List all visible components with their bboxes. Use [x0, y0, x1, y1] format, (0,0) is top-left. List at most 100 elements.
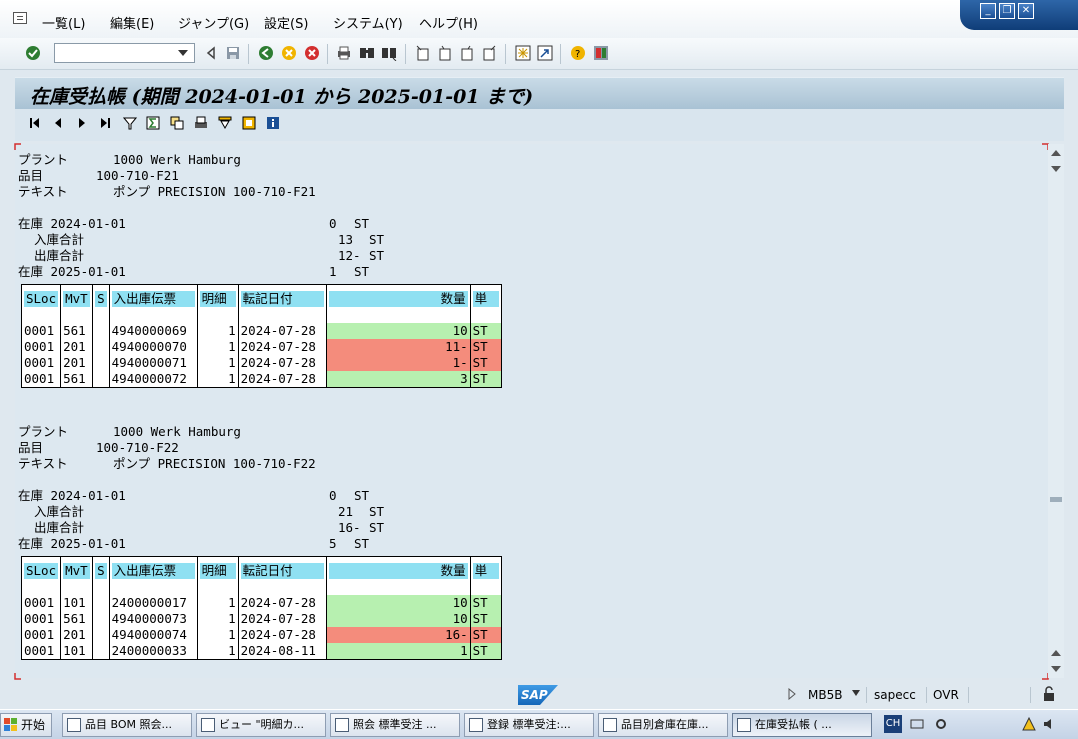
enter-icon[interactable] — [25, 45, 41, 61]
scroll-down-icon[interactable] — [1051, 666, 1061, 672]
col-document[interactable]: 入出庫伝票 — [111, 562, 195, 579]
col-s[interactable]: S — [95, 562, 107, 579]
menu-help[interactable]: ヘルプ(H) — [419, 13, 478, 32]
receipts-unit: ST — [369, 232, 385, 247]
print-preview-icon[interactable] — [194, 116, 208, 130]
col-sloc[interactable]: SLoc — [24, 562, 59, 579]
table-row[interactable]: 0001 561 4940000072 1 2024-07-28 3 ST — [20, 370, 502, 387]
col-unit[interactable]: 単 — [472, 290, 499, 307]
back-icon[interactable] — [258, 45, 274, 61]
filter-list-icon[interactable] — [218, 116, 232, 130]
col-mvt[interactable]: MvT — [63, 290, 91, 307]
transaction-dropdown-icon[interactable] — [852, 690, 860, 696]
cell-document[interactable]: 4940000070 — [108, 338, 198, 355]
col-posting-date[interactable]: 転記日付 — [240, 290, 324, 307]
settings-icon[interactable] — [934, 717, 948, 731]
save-icon[interactable] — [225, 45, 241, 61]
task-item-active[interactable]: 在庫受払帳 ( ... — [732, 713, 872, 737]
status-expand-icon[interactable] — [787, 688, 797, 700]
menu-settings[interactable]: 設定(S) — [264, 13, 308, 32]
scroll-down-small-icon[interactable] — [1051, 166, 1061, 172]
cell-document[interactable]: 4940000074 — [108, 626, 198, 643]
details-icon[interactable] — [170, 116, 184, 130]
table-row[interactable]: 0001 201 4940000071 1 2024-07-28 1- ST — [20, 354, 502, 371]
task-item[interactable]: 品目別倉庫在庫... — [598, 713, 728, 737]
cell-document[interactable]: 4940000073 — [108, 610, 198, 627]
info-icon[interactable] — [266, 116, 280, 130]
transaction-code[interactable]: MB5B — [808, 688, 842, 702]
next-page-icon[interactable] — [459, 45, 475, 61]
menu-edit[interactable]: 編集(E) — [110, 13, 154, 32]
table-row[interactable]: 0001 561 4940000073 1 2024-07-28 10 ST — [20, 610, 502, 627]
table-row[interactable]: 0001 201 4940000070 1 2024-07-28 11- ST — [20, 338, 502, 355]
col-posting-date[interactable]: 転記日付 — [240, 562, 324, 579]
last-page-icon[interactable] — [481, 45, 497, 61]
input-method-indicator[interactable]: CH — [884, 715, 902, 733]
col-mvt[interactable]: MvT — [63, 562, 91, 579]
col-document[interactable]: 入出庫伝票 — [111, 290, 195, 307]
menu-goto[interactable]: ジャンプ(G) — [178, 13, 249, 32]
sum-icon[interactable] — [146, 116, 160, 130]
cell-document[interactable]: 4940000069 — [108, 322, 198, 339]
shortcut-icon[interactable] — [537, 45, 553, 61]
task-item[interactable]: 登録 標準受注:... — [464, 713, 594, 737]
menu-system[interactable]: システム(Y) — [333, 13, 403, 32]
find-icon[interactable] — [359, 45, 375, 61]
cell-document[interactable]: 2400000033 — [108, 642, 198, 659]
col-item[interactable]: 明細 — [199, 290, 236, 307]
layout-icon[interactable] — [593, 45, 609, 61]
col-sloc[interactable]: SLoc — [24, 290, 59, 307]
first-page-icon[interactable] — [415, 45, 431, 61]
stock-start-qty: 0 — [329, 488, 337, 503]
new-session-icon[interactable] — [515, 45, 531, 61]
task-item[interactable]: 品目 BOM 照会... — [62, 713, 192, 737]
menu-system-icon[interactable] — [13, 12, 27, 24]
keyboard-icon[interactable] — [910, 717, 924, 731]
exit-icon[interactable] — [281, 45, 297, 61]
col-item[interactable]: 明細 — [199, 562, 236, 579]
command-dropdown-icon[interactable] — [178, 50, 188, 56]
task-item[interactable]: 照会 標準受注 ... — [330, 713, 460, 737]
receipts-qty: 13 — [338, 232, 354, 247]
table-row[interactable]: 0001 101 2400000033 1 2024-08-11 1 ST — [20, 642, 502, 659]
scroll-up-small-icon[interactable] — [1051, 650, 1061, 656]
cell-document[interactable]: 4940000071 — [108, 354, 198, 371]
previous-icon[interactable] — [51, 116, 65, 130]
scroll-up-icon[interactable] — [1051, 150, 1061, 156]
table-row[interactable]: 0001 561 4940000069 1 2024-07-28 10 ST — [20, 322, 502, 339]
col-quantity[interactable]: 数量 — [328, 290, 468, 307]
volume-icon[interactable] — [1042, 717, 1056, 731]
insert-mode[interactable]: OVR — [933, 688, 959, 702]
export-icon[interactable] — [242, 116, 256, 130]
history-back-icon[interactable] — [203, 45, 219, 61]
find-next-icon[interactable] — [381, 45, 397, 61]
next-icon[interactable] — [75, 116, 89, 130]
cell-document[interactable]: 2400000017 — [108, 594, 198, 611]
system-tray: CH — [882, 713, 1078, 737]
cell-document[interactable]: 4940000072 — [108, 370, 198, 387]
restore-button[interactable]: ❐ — [999, 3, 1015, 19]
col-unit[interactable]: 単 — [472, 562, 499, 579]
filter-icon[interactable] — [123, 116, 137, 130]
print-icon[interactable] — [336, 45, 352, 61]
cancel-icon[interactable] — [304, 45, 320, 61]
start-button[interactable]: 开始 — [0, 713, 52, 737]
close-button[interactable]: ✕ — [1018, 3, 1034, 19]
last-icon[interactable] — [98, 116, 112, 130]
table-row[interactable]: 0001 201 4940000074 1 2024-07-28 16- ST — [20, 626, 502, 643]
col-s[interactable]: S — [95, 290, 107, 307]
command-field[interactable] — [54, 43, 195, 63]
lock-icon[interactable] — [1042, 686, 1056, 702]
task-item[interactable]: ビュー "明細カ... — [196, 713, 326, 737]
col-quantity[interactable]: 数量 — [328, 562, 468, 579]
vertical-scrollbar[interactable] — [1048, 144, 1064, 678]
cell-unit: ST — [469, 642, 502, 659]
scroll-thumb[interactable] — [1050, 497, 1062, 502]
help-icon[interactable]: ? — [570, 45, 586, 61]
first-icon[interactable] — [28, 116, 42, 130]
previous-page-icon[interactable] — [437, 45, 453, 61]
minimize-button[interactable]: _ — [980, 3, 996, 19]
menu-list[interactable]: 一覧(L) — [42, 13, 85, 32]
table-row[interactable]: 0001 101 2400000017 1 2024-07-28 10 ST — [20, 594, 502, 611]
warning-icon[interactable] — [1022, 717, 1036, 731]
